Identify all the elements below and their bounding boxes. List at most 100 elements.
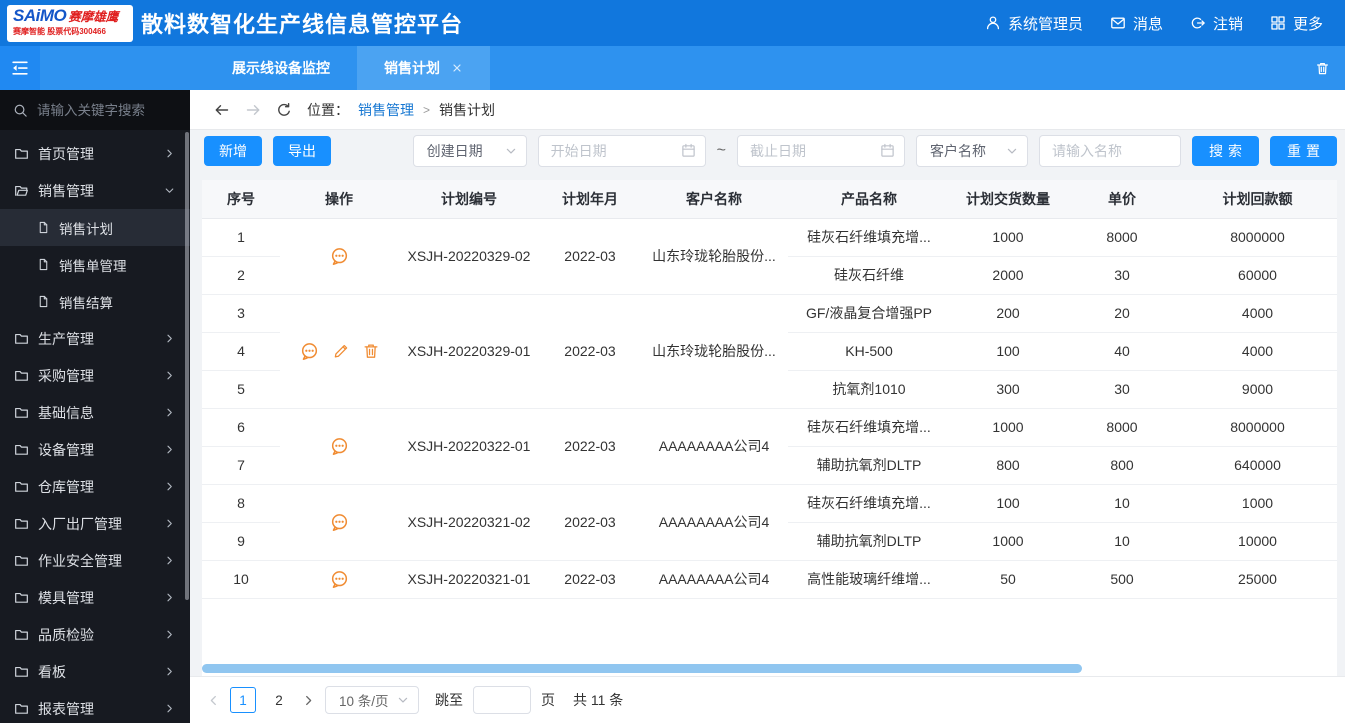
table-body: 1 XSJH-20220329-02 2022-03 山东玲珑轮胎股份... 硅灰石纤维… [202,218,1337,599]
prev-page-button[interactable] [207,694,220,707]
add-button[interactable]: 新增 [204,136,262,166]
end-date-input[interactable] [737,135,905,167]
cell-product: KH-500 [788,332,950,371]
page-size-select[interactable]: 10 条/页 [325,686,419,714]
cell-qty: 1000 [950,218,1066,257]
cell-qty: 200 [950,294,1066,333]
sidebar-search-input[interactable] [37,102,167,118]
page-1-button[interactable]: 1 [230,687,256,713]
cell-price: 30 [1066,256,1178,295]
sidebar-item-13[interactable]: 报表管理 [0,690,190,723]
forward-button[interactable] [245,102,261,118]
cell-plan-no: XSJH-20220322-01 [398,408,540,485]
cell-operations [280,294,398,409]
cell-product: 辅助抗氧剂DLTP [788,522,950,561]
edit-button[interactable] [332,342,350,360]
cell-plan-no: XSJH-20220329-02 [398,218,540,295]
sidebar-item-11[interactable]: 品质检验 [0,616,190,653]
table-row: 10 XSJH-20220321-01 2022-03 AAAAAAAA公司4 高性能玻… [202,560,1337,599]
customer-select[interactable]: 客户名称 [916,135,1028,167]
cell-operations [280,484,398,561]
user-menu[interactable]: 系统管理员 [985,13,1083,34]
tab-monitor[interactable]: 展示线设备监控 [205,46,357,90]
sidebar-subitem-2-1[interactable]: 销售计划 [0,209,190,246]
sidebar-subitem-2-2[interactable]: 销售单管理 [0,246,190,283]
date-type-select[interactable]: 创建日期 [412,135,527,167]
export-button[interactable]: 导出 [273,136,331,166]
breadcrumb-parent-link[interactable]: 销售管理 [358,100,414,120]
comment-button[interactable] [299,341,320,362]
comment-button[interactable] [329,512,350,533]
cell-product: 硅灰石纤维填充增... [788,218,950,257]
chevron-right-icon [167,667,172,676]
sidebar-item-label: 模具管理 [38,589,94,606]
search-button[interactable]: 搜索 [1192,136,1259,166]
name-input[interactable] [1039,135,1181,167]
close-icon [453,64,461,72]
column-header-2: 操作 [280,180,398,219]
page-2-button[interactable]: 2 [266,687,292,713]
cell-qty: 1000 [950,522,1066,561]
comment-button[interactable] [329,436,350,457]
folder-icon [15,333,28,344]
sidebar-item-2[interactable]: 销售管理 [0,172,190,209]
cell-amount: 640000 [1178,446,1337,485]
next-page-button[interactable] [302,694,315,707]
arrow-right-icon [246,104,260,115]
chevron-right-icon [167,445,172,454]
sidebar-item-6[interactable]: 设备管理 [0,431,190,468]
breadcrumb-current: 销售计划 [439,101,496,118]
cell-qty: 1000 [950,408,1066,447]
file-icon [39,295,48,308]
comment-icon [331,437,347,455]
sidebar-search [0,90,190,130]
chevron-right-icon [167,704,172,713]
folder-open-icon [15,185,28,196]
start-date-input[interactable] [537,135,706,167]
cell-price: 10 [1066,484,1178,523]
logout-button[interactable]: 注销 [1190,13,1243,34]
more-button[interactable]: 更多 [1270,13,1323,34]
page-unit-label: 页 [541,692,555,708]
comment-button[interactable] [329,569,350,590]
sidebar-item-5[interactable]: 基础信息 [0,394,190,431]
refresh-button[interactable] [276,102,292,118]
cell-price: 500 [1066,560,1178,599]
sidebar-item-8[interactable]: 入厂出厂管理 [0,505,190,542]
delete-button[interactable] [362,342,380,360]
back-button[interactable] [214,102,230,118]
sidebar-item-label: 生产管理 [38,330,94,347]
sidebar-item-7[interactable]: 仓库管理 [0,468,190,505]
sidebar-item-3[interactable]: 生产管理 [0,320,190,357]
folder-icon [15,629,28,640]
cell-product: 高性能玻璃纤维增... [788,560,950,599]
cell-amount: 9000 [1178,370,1337,409]
sidebar-item-10[interactable]: 模具管理 [0,579,190,616]
comment-button[interactable] [329,246,350,267]
sidebar-scrollbar[interactable] [185,132,189,600]
cell-price: 20 [1066,294,1178,333]
horizontal-scrollbar[interactable] [202,664,1082,673]
clear-tabs-button[interactable] [1315,46,1345,90]
sidebar-item-label: 入厂出厂管理 [38,515,122,532]
sidebar-item-4[interactable]: 采购管理 [0,357,190,394]
breadcrumb-prefix: 位置： [307,101,349,118]
sidebar-item-9[interactable]: 作业安全管理 [0,542,190,579]
column-header-6: 产品名称 [788,180,950,219]
cell-qty: 300 [950,370,1066,409]
messages-button[interactable]: 消息 [1110,13,1163,34]
jump-page-input[interactable] [473,686,531,714]
reset-button[interactable]: 重置 [1270,136,1337,166]
table-container: 序号 操作 计划编号 计划年月 客户名称 产品名称 计划交货数量 单价 计划回款额 1 XSJH-… [202,180,1337,676]
cell-product: 硅灰石纤维 [788,256,950,295]
sidebar-item-12[interactable]: 看板 [0,653,190,690]
tab-close-button[interactable] [451,62,463,74]
chevron-right-icon [167,408,172,417]
tab-sales-plan[interactable]: 销售计划 [357,46,490,90]
sidebar-toggle-button[interactable] [0,46,40,90]
chevron-right-icon [167,482,172,491]
file-icon [39,258,48,271]
column-header-8: 单价 [1066,180,1178,219]
sidebar-subitem-2-3[interactable]: 销售结算 [0,283,190,320]
sidebar-item-1[interactable]: 首页管理 [0,135,190,172]
